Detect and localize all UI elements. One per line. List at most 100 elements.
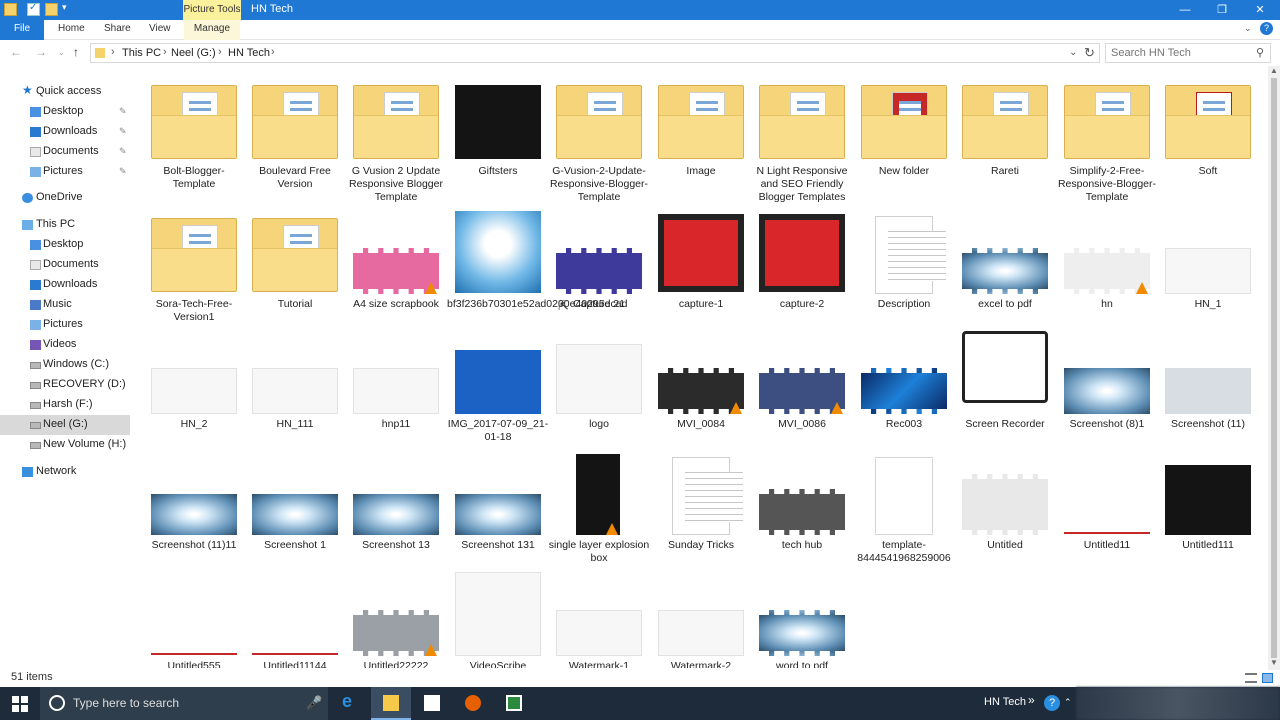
- refresh-button[interactable]: ↻: [1084, 45, 1095, 61]
- sidebar-item-onedrive[interactable]: OneDrive: [0, 188, 130, 208]
- toolbar-chevron-icon[interactable]: »: [1028, 693, 1035, 707]
- image-file-item[interactable]: Screenshot (11): [1157, 336, 1257, 456]
- tab-view[interactable]: View: [149, 20, 171, 40]
- maximize-button[interactable]: ❐: [1203, 0, 1241, 20]
- cortana-icon[interactable]: [49, 695, 65, 711]
- details-view-icon[interactable]: [1245, 673, 1257, 683]
- sidebar-item-drive-c[interactable]: Windows (C:): [0, 355, 130, 375]
- file-item[interactable]: Boulevard Free Version: [244, 83, 344, 203]
- help-icon[interactable]: ?: [1260, 22, 1273, 35]
- recent-locations-button[interactable]: ⌄: [58, 48, 65, 57]
- folder-item[interactable]: Sora-Tech-Free-Version1: [143, 216, 243, 336]
- video-file-item[interactable]: A4 size scrapbook: [345, 216, 445, 336]
- scrollbar-thumb[interactable]: [1271, 78, 1277, 658]
- pin-icon[interactable]: ✎: [119, 126, 127, 137]
- image-file-item[interactable]: HN_2: [143, 336, 243, 456]
- search-icon[interactable]: ⚲: [1256, 46, 1264, 59]
- taskbar-search-text[interactable]: Type here to search: [73, 696, 179, 710]
- sidebar-item-drive-d[interactable]: RECOVERY (D:): [0, 375, 130, 395]
- breadcrumb-separator[interactable]: ›: [218, 46, 222, 58]
- image-file-item[interactable]: Screenshot 131: [447, 457, 547, 577]
- taskbar-file-explorer[interactable]: [371, 687, 411, 720]
- image-file-item[interactable]: logo: [548, 336, 648, 456]
- shortcut-item[interactable]: Screen Recorder: [954, 331, 1054, 456]
- sidebar-item-drive-f[interactable]: Harsh (F:): [0, 395, 130, 415]
- sidebar-item-quick-access[interactable]: ★ Quick access: [0, 82, 130, 102]
- tab-file[interactable]: File: [0, 20, 44, 40]
- image-file-item[interactable]: Untitled11: [1056, 457, 1156, 577]
- scroll-down-icon[interactable]: ▼: [1270, 658, 1278, 667]
- breadcrumb-separator[interactable]: ›: [271, 46, 275, 58]
- taskbar-store[interactable]: [412, 687, 452, 720]
- up-button[interactable]: ↑: [73, 45, 79, 59]
- video-file-item[interactable]: Capture 21: [548, 216, 648, 336]
- sidebar-item-pc-pictures[interactable]: Pictures: [0, 315, 130, 335]
- video-file-item[interactable]: word to pdf: [751, 578, 851, 668]
- sidebar-item-pictures[interactable]: Pictures ✎: [0, 162, 130, 182]
- search-input[interactable]: [1111, 47, 1251, 59]
- large-icons-view-icon[interactable]: [1262, 673, 1273, 683]
- microphone-icon[interactable]: 🎤: [306, 695, 322, 711]
- folder-item[interactable]: Soft: [1157, 83, 1257, 203]
- breadcrumb-separator[interactable]: ›: [163, 46, 167, 58]
- sidebar-item-videos[interactable]: Videos: [0, 335, 130, 355]
- tab-manage[interactable]: Manage: [184, 20, 240, 40]
- vertical-scrollbar[interactable]: ▲ ▼: [1268, 66, 1280, 670]
- folder-item[interactable]: N Light Responsive and SEO Friendly Blog…: [751, 83, 851, 203]
- tab-home[interactable]: Home: [58, 20, 85, 40]
- image-file-item[interactable]: Watermark-1: [548, 578, 648, 668]
- image-file-item[interactable]: hnp11: [345, 336, 445, 456]
- sidebar-item-pc-desktop[interactable]: Desktop: [0, 235, 130, 255]
- breadcrumb-separator[interactable]: ›: [111, 46, 115, 58]
- taskbar-search[interactable]: Type here to search 🎤: [40, 687, 328, 720]
- image-file-item[interactable]: Screenshot 1: [244, 457, 344, 577]
- sidebar-item-drive-g[interactable]: Neel (G:): [0, 415, 130, 435]
- sidebar-item-desktop[interactable]: Desktop ✎: [0, 102, 130, 122]
- folder-item[interactable]: Simplify-2-Free-Responsive-Blogger-Templ…: [1056, 83, 1156, 203]
- video-file-item[interactable]: tech hub: [751, 457, 851, 577]
- sidebar-item-music[interactable]: Music: [0, 295, 130, 315]
- folder-item[interactable]: Giftsters: [447, 83, 547, 203]
- document-file-item[interactable]: Description: [853, 216, 953, 336]
- forward-button[interactable]: →: [35, 45, 47, 59]
- start-button[interactable]: [0, 687, 40, 720]
- search-box[interactable]: ⚲: [1105, 43, 1271, 63]
- sidebar-item-pc-downloads[interactable]: Downloads: [0, 275, 130, 295]
- close-button[interactable]: ✕: [1241, 0, 1279, 20]
- video-file-item[interactable]: capture-2: [751, 214, 851, 336]
- toolbar-label[interactable]: HN Tech: [984, 696, 1026, 708]
- image-file-item[interactable]: IMG_2017-07-09_21-01-18: [447, 336, 548, 456]
- folder-item[interactable]: Rareti: [954, 83, 1054, 203]
- folder-item[interactable]: G Vusion 2 Update Responsive Blogger Tem…: [345, 83, 445, 203]
- video-file-item[interactable]: Rec003: [853, 336, 953, 456]
- image-file-item[interactable]: Untitled555: [143, 578, 243, 668]
- chevron-down-icon[interactable]: ⌄: [1069, 47, 1077, 58]
- video-file-item[interactable]: capture-1: [650, 214, 750, 336]
- taskbar-firefox[interactable]: [453, 687, 493, 720]
- properties-icon[interactable]: [27, 2, 40, 16]
- folder-item[interactable]: Image: [650, 83, 750, 203]
- sidebar-item-downloads[interactable]: Downloads ✎: [0, 122, 130, 142]
- image-file-item[interactable]: HN_111: [244, 336, 344, 456]
- expand-ribbon-icon[interactable]: ⌄: [1244, 23, 1252, 34]
- minimize-button[interactable]: —: [1166, 0, 1204, 20]
- video-file-item[interactable]: Untitled: [954, 457, 1054, 577]
- sidebar-item-network[interactable]: Network: [0, 462, 130, 482]
- sidebar-item-documents[interactable]: Documents ✎: [0, 142, 130, 162]
- sidebar-item-drive-h[interactable]: New Volume (H:): [0, 435, 130, 455]
- video-file-item[interactable]: Untitled22222: [345, 578, 445, 668]
- image-file-item[interactable]: Untitled111: [1157, 457, 1257, 577]
- document-file-item[interactable]: Sunday Tricks: [650, 457, 750, 577]
- scroll-up-icon[interactable]: ▲: [1270, 66, 1278, 75]
- file-item[interactable]: template-8444541968259006: [853, 457, 953, 577]
- new-folder-icon[interactable]: [45, 3, 58, 16]
- back-button[interactable]: ←: [10, 45, 22, 59]
- image-file-item[interactable]: Screenshot 13: [345, 457, 445, 577]
- folder-item[interactable]: Bolt-Blogger-Template: [143, 83, 243, 203]
- sidebar-item-pc-documents[interactable]: Documents: [0, 255, 130, 275]
- pin-icon[interactable]: ✎: [119, 146, 127, 157]
- video-file-item[interactable]: single layer explosion box: [548, 454, 649, 577]
- tab-share[interactable]: Share: [104, 20, 131, 40]
- image-file-item[interactable]: HN_1: [1157, 216, 1257, 336]
- taskbar-edge[interactable]: e: [330, 687, 370, 720]
